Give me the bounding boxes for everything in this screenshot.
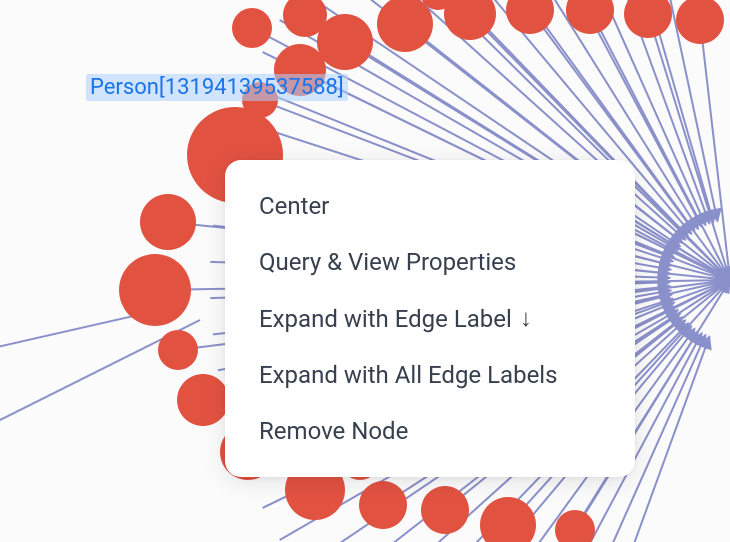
menu-item-query-view-properties[interactable]: Query & View Properties [225, 234, 635, 290]
graph-node[interactable] [359, 481, 407, 529]
graph-node[interactable] [421, 486, 469, 534]
menu-item-label: Expand with All Edge Labels [259, 361, 558, 389]
graph-node[interactable] [676, 0, 724, 44]
menu-item-expand-with-edge-label[interactable]: Expand with Edge Label ↓ [225, 290, 635, 347]
menu-item-label: Query & View Properties [259, 248, 516, 276]
menu-item-remove-node[interactable]: Remove Node [225, 403, 635, 459]
menu-item-label: Expand with Edge Label [259, 305, 512, 333]
node-context-menu: Center Query & View Properties Expand wi… [225, 160, 635, 477]
graph-node[interactable] [232, 8, 272, 48]
chevron-down-icon: ↓ [520, 304, 532, 333]
menu-item-expand-with-all-edge-labels[interactable]: Expand with All Edge Labels [225, 347, 635, 403]
menu-item-label: Remove Node [259, 417, 408, 445]
graph-node[interactable] [119, 254, 191, 326]
graph-node[interactable] [177, 374, 229, 426]
graph-canvas[interactable]: Person[13194139537588] Center Query & Vi… [0, 0, 730, 542]
graph-node[interactable] [140, 194, 196, 250]
graph-node[interactable] [624, 0, 672, 38]
selected-node-label: Person[13194139537588] [86, 74, 348, 101]
graph-edge [700, 20, 730, 280]
menu-item-label: Center [259, 192, 329, 220]
graph-node[interactable] [158, 330, 198, 370]
graph-node[interactable] [555, 510, 595, 542]
graph-node[interactable] [377, 0, 433, 52]
menu-item-center[interactable]: Center [225, 178, 635, 234]
